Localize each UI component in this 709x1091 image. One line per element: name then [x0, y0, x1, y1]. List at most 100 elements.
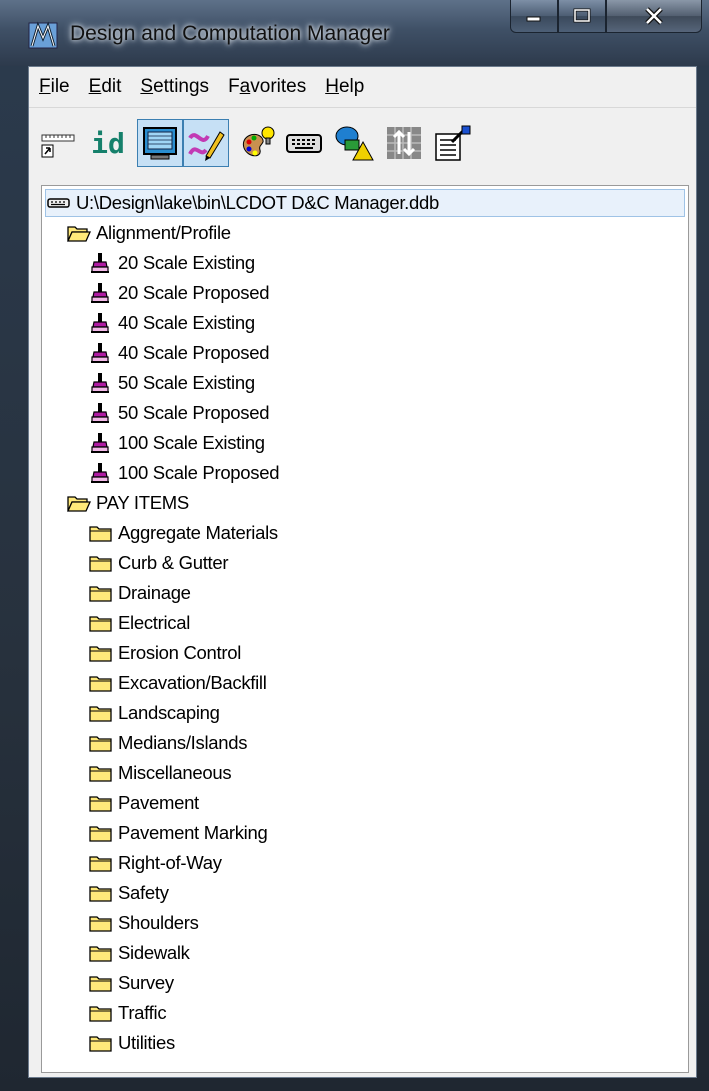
close-button[interactable]	[606, 0, 702, 33]
menu-separator	[29, 107, 696, 108]
menu-file[interactable]: File	[29, 76, 79, 98]
tree-item[interactable]: Sidewalk	[88, 939, 190, 967]
tree-item[interactable]: Right-of-Way	[88, 849, 222, 877]
tree-root-label: U:\Design\lake\bin\LCDOT D&C Manager.ddb	[76, 192, 439, 213]
grid-arrows-button[interactable]	[381, 119, 427, 167]
brush-icon	[91, 343, 109, 363]
toolbar: id	[29, 109, 696, 181]
tree-item-label: 100 Scale Proposed	[118, 462, 280, 483]
tree-item[interactable]: Curb & Gutter	[88, 549, 229, 577]
tree-item[interactable]: Survey	[88, 969, 174, 997]
tree-item-label: Drainage	[118, 582, 191, 603]
folder-icon	[89, 976, 112, 992]
folder-icon	[89, 586, 112, 602]
properties-button[interactable]	[429, 119, 475, 167]
tree-item-label: Aggregate Materials	[118, 522, 278, 543]
folder-icon	[89, 1006, 112, 1022]
tree-item[interactable]: Medians/Islands	[88, 729, 247, 757]
palette-icon	[242, 126, 275, 157]
tree-group-pay-items[interactable]: PAY ITEMS	[66, 489, 189, 517]
folder-icon	[89, 526, 112, 542]
tree-item[interactable]: Safety	[88, 879, 169, 907]
title-bar[interactable]: Design and Computation Manager	[0, 0, 709, 66]
folder-icon	[89, 556, 112, 572]
folder-icon	[89, 736, 112, 752]
tree-item[interactable]: 20 Scale Existing	[88, 249, 255, 277]
shapes-button[interactable]	[331, 119, 377, 167]
folder-icon	[89, 886, 112, 902]
tree-item-label: Utilities	[118, 1032, 175, 1053]
tree-item[interactable]: Excavation/Backfill	[88, 669, 267, 697]
brush-icon	[91, 433, 109, 453]
id-button[interactable]: id	[85, 119, 131, 167]
folder-icon	[89, 676, 112, 692]
palette-button[interactable]	[235, 119, 281, 167]
keyboard-button[interactable]	[281, 119, 327, 167]
tree-item[interactable]: Drainage	[88, 579, 191, 607]
menu-help[interactable]: Help	[315, 76, 373, 98]
menu-edit[interactable]: Edit	[79, 76, 131, 98]
folder-icon	[89, 616, 112, 632]
tree-item-label: Shoulders	[118, 912, 199, 933]
tree-item-label: Safety	[118, 882, 169, 903]
tree-item-label: 50 Scale Proposed	[118, 402, 270, 423]
window-title: Design and Computation Manager	[70, 22, 390, 45]
tree-view[interactable]: U:\Design\lake\bin\LCDOT D&C Manager.ddb…	[41, 185, 689, 1073]
folder-icon	[89, 826, 112, 842]
tree-item-label: Curb & Gutter	[118, 552, 229, 573]
menu-settings[interactable]: Settings	[130, 76, 218, 98]
tree-item-label: Traffic	[118, 1002, 167, 1023]
minimize-icon	[526, 16, 541, 22]
tree-item-label: Pavement	[118, 792, 199, 813]
tree-item[interactable]: Landscaping	[88, 699, 220, 727]
tree-item[interactable]: 50 Scale Existing	[88, 369, 255, 397]
menu-favorites[interactable]: Favorites	[218, 76, 315, 98]
tree-item[interactable]: Pavement	[88, 789, 199, 817]
properties-icon	[435, 125, 471, 161]
folder-icon	[89, 946, 112, 962]
tree-item[interactable]: 40 Scale Proposed	[88, 339, 270, 367]
tree-item[interactable]: 40 Scale Existing	[88, 309, 255, 337]
tree-item-label: 20 Scale Proposed	[118, 282, 270, 303]
tree-item[interactable]: 20 Scale Proposed	[88, 279, 270, 307]
folder-icon	[89, 766, 112, 782]
maximize-icon	[573, 8, 591, 23]
tree-item-label: Landscaping	[118, 702, 220, 723]
tree-group-label: PAY ITEMS	[96, 492, 189, 513]
client-area: File Edit Settings Favorites Help id U:\…	[28, 66, 697, 1078]
id-icon: id	[91, 126, 125, 160]
tree-item[interactable]: 100 Scale Proposed	[88, 459, 280, 487]
tree-item[interactable]: 100 Scale Existing	[88, 429, 265, 457]
tree-item[interactable]: 50 Scale Proposed	[88, 399, 270, 427]
tree-item-label: Survey	[118, 972, 174, 993]
brush-icon	[91, 463, 109, 483]
brush-icon	[91, 373, 109, 393]
tree-item[interactable]: Aggregate Materials	[88, 519, 278, 547]
tree-item[interactable]: Utilities	[88, 1029, 175, 1057]
tree-item[interactable]: Electrical	[88, 609, 190, 637]
monitor-icon	[143, 127, 177, 160]
grid-arrows-icon	[387, 127, 421, 159]
folder-icon	[89, 1036, 112, 1052]
tree-item[interactable]: Shoulders	[88, 909, 199, 937]
tree-item[interactable]: Traffic	[88, 999, 167, 1027]
tree-group-alignment-profile[interactable]: Alignment/Profile	[66, 219, 231, 247]
ruler-shortcut-button[interactable]	[35, 119, 81, 167]
minimize-button[interactable]	[510, 0, 558, 33]
tree-item-label: 50 Scale Existing	[118, 372, 255, 393]
tree-item-label: Miscellaneous	[118, 762, 232, 783]
brush-icon	[91, 253, 109, 273]
draw-pencil-icon	[188, 131, 225, 161]
maximize-button[interactable]	[558, 0, 606, 33]
tree-item[interactable]: Miscellaneous	[88, 759, 232, 787]
folder-icon	[89, 916, 112, 932]
app-icon	[28, 21, 58, 49]
tree-item[interactable]: Pavement Marking	[88, 819, 268, 847]
tree-item[interactable]: Erosion Control	[88, 639, 241, 667]
folder-icon	[89, 706, 112, 722]
close-icon	[645, 7, 663, 25]
brush-icon	[91, 283, 109, 303]
monitor-button[interactable]	[137, 119, 183, 167]
tree-root-item[interactable]: U:\Design\lake\bin\LCDOT D&C Manager.ddb	[45, 189, 685, 217]
draw-button[interactable]	[183, 119, 229, 167]
